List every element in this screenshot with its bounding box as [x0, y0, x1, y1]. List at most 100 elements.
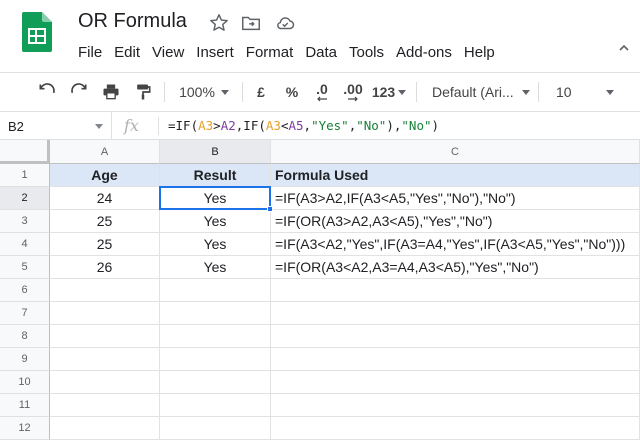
more-formats-label: 123	[371, 84, 396, 100]
paint-format-button[interactable]	[128, 73, 158, 111]
cell-c8[interactable]	[271, 325, 640, 348]
formula-token: ),	[386, 118, 402, 133]
cell-b1[interactable]: Result	[160, 164, 271, 187]
cell-a2[interactable]: 24	[50, 187, 160, 210]
format-percent-button[interactable]: %	[280, 73, 304, 111]
column-header-c[interactable]: C	[271, 140, 640, 164]
cell-c11[interactable]	[271, 394, 640, 417]
cell-c1[interactable]: Formula Used	[271, 164, 640, 187]
row-header-8[interactable]: 8	[0, 325, 50, 348]
row-header-9[interactable]: 9	[0, 348, 50, 371]
decrease-decimal-button[interactable]: .0	[308, 73, 336, 111]
cell-c5[interactable]: =IF(OR(A3<A2,A3=A4,A3<A5),"Yes","No")	[271, 256, 640, 279]
document-title[interactable]: OR Formula	[78, 10, 187, 33]
move-to-folder-icon[interactable]	[240, 12, 262, 34]
cell-b10[interactable]	[160, 371, 271, 394]
cell-c2[interactable]: =IF(A3>A2,IF(A3<A5,"Yes","No"),"No")	[271, 187, 640, 210]
cell-a4[interactable]: 25	[50, 233, 160, 256]
paint-format-icon	[137, 84, 151, 100]
row-header-10[interactable]: 10	[0, 371, 50, 394]
collapse-menu-icon[interactable]	[616, 40, 632, 56]
row-header-7[interactable]: 7	[0, 302, 50, 325]
cell-b12[interactable]	[160, 417, 271, 440]
menu-add-ons[interactable]: Add-ons	[390, 42, 458, 63]
cell-a5[interactable]: 26	[50, 256, 160, 279]
font-size-caret-icon	[605, 89, 614, 95]
cell-b8[interactable]	[160, 325, 271, 348]
name-box[interactable]: B2	[0, 112, 112, 140]
select-all-corner[interactable]	[0, 140, 50, 164]
cell-c4[interactable]: =IF(A3<A2,"Yes",IF(A3=A4,"Yes",IF(A3<A5,…	[271, 233, 640, 256]
menu-format[interactable]: Format	[240, 42, 300, 63]
cell-b9[interactable]	[160, 348, 271, 371]
menu-help[interactable]: Help	[458, 42, 501, 63]
menu-edit[interactable]: Edit	[108, 42, 146, 63]
menu-view[interactable]: View	[146, 42, 190, 63]
cell-a6[interactable]	[50, 279, 160, 302]
cell-c12[interactable]	[271, 417, 640, 440]
cell-c6[interactable]	[271, 279, 640, 302]
cell-b6[interactable]	[160, 279, 271, 302]
spreadsheet-grid: A B C 1 Age Result Formula Used 2 24 Yes =IF(A3>A2…	[0, 140, 640, 440]
font-size-select[interactable]: 10	[546, 73, 618, 111]
cell-a7[interactable]	[50, 302, 160, 325]
cell-a8[interactable]	[50, 325, 160, 348]
formula-token: "Yes"	[311, 118, 349, 133]
cell-b2[interactable]: Yes	[160, 187, 271, 210]
toolbar: 100% £ % .0 .00 123 Default (Ari... 10	[0, 72, 640, 112]
cell-b5[interactable]: Yes	[160, 256, 271, 279]
increase-decimal-button[interactable]: .00	[338, 73, 368, 111]
toolbar-separator	[164, 82, 165, 102]
more-formats-button[interactable]: 123	[368, 73, 410, 111]
cloud-saved-icon[interactable]	[274, 12, 296, 34]
formula-token: >	[213, 118, 221, 133]
row-header-1[interactable]: 1	[0, 164, 50, 187]
formula-token: A2	[220, 118, 236, 133]
sheets-logo-icon[interactable]	[22, 12, 52, 52]
decrease-decimal-label: .0	[316, 81, 328, 97]
row-header-4[interactable]: 4	[0, 233, 50, 256]
star-icon[interactable]	[208, 12, 230, 34]
font-family-select[interactable]: Default (Ari...	[424, 73, 530, 111]
cell-b3[interactable]: Yes	[160, 210, 271, 233]
cell-b11[interactable]	[160, 394, 271, 417]
zoom-value: 100%	[179, 84, 215, 100]
cell-c10[interactable]	[271, 371, 640, 394]
row-header-11[interactable]: 11	[0, 394, 50, 417]
column-header-a[interactable]: A	[50, 140, 160, 164]
formula-separator	[158, 117, 159, 135]
cell-a3[interactable]: 25	[50, 210, 160, 233]
column-header-b[interactable]: B	[160, 140, 271, 164]
menu-data[interactable]: Data	[299, 42, 343, 63]
row-header-12[interactable]: 12	[0, 417, 50, 440]
fill-handle[interactable]	[267, 206, 273, 212]
menu-file[interactable]: File	[72, 42, 108, 63]
row-header-5[interactable]: 5	[0, 256, 50, 279]
menu-tools[interactable]: Tools	[343, 42, 390, 63]
cell-b7[interactable]	[160, 302, 271, 325]
cell-b4[interactable]: Yes	[160, 233, 271, 256]
app-header: OR Formula File Edit View Insert Format …	[0, 0, 640, 72]
redo-button[interactable]	[64, 73, 94, 111]
cell-a1[interactable]: Age	[50, 164, 160, 187]
more-formats-caret-icon	[398, 89, 407, 95]
menu-bar: File Edit View Insert Format Data Tools …	[72, 42, 501, 63]
zoom-caret-icon	[220, 89, 229, 95]
cell-a9[interactable]	[50, 348, 160, 371]
undo-button[interactable]	[32, 73, 62, 111]
format-currency-button[interactable]: £	[250, 73, 272, 111]
row-header-2[interactable]: 2	[0, 187, 50, 210]
cell-c9[interactable]	[271, 348, 640, 371]
row-header-3[interactable]: 3	[0, 210, 50, 233]
print-button[interactable]	[96, 73, 126, 111]
formula-input[interactable]: =IF(A3>A2,IF(A3<A5,"Yes","No"),"No")	[168, 118, 439, 133]
cell-c3[interactable]: =IF(OR(A3>A2,A3<A5),"Yes","No")	[271, 210, 640, 233]
menu-insert[interactable]: Insert	[190, 42, 240, 63]
cell-a12[interactable]	[50, 417, 160, 440]
zoom-select[interactable]: 100%	[168, 73, 240, 111]
cell-a10[interactable]	[50, 371, 160, 394]
cell-a11[interactable]	[50, 394, 160, 417]
formula-token: ,	[303, 118, 312, 133]
row-header-6[interactable]: 6	[0, 279, 50, 302]
cell-c7[interactable]	[271, 302, 640, 325]
